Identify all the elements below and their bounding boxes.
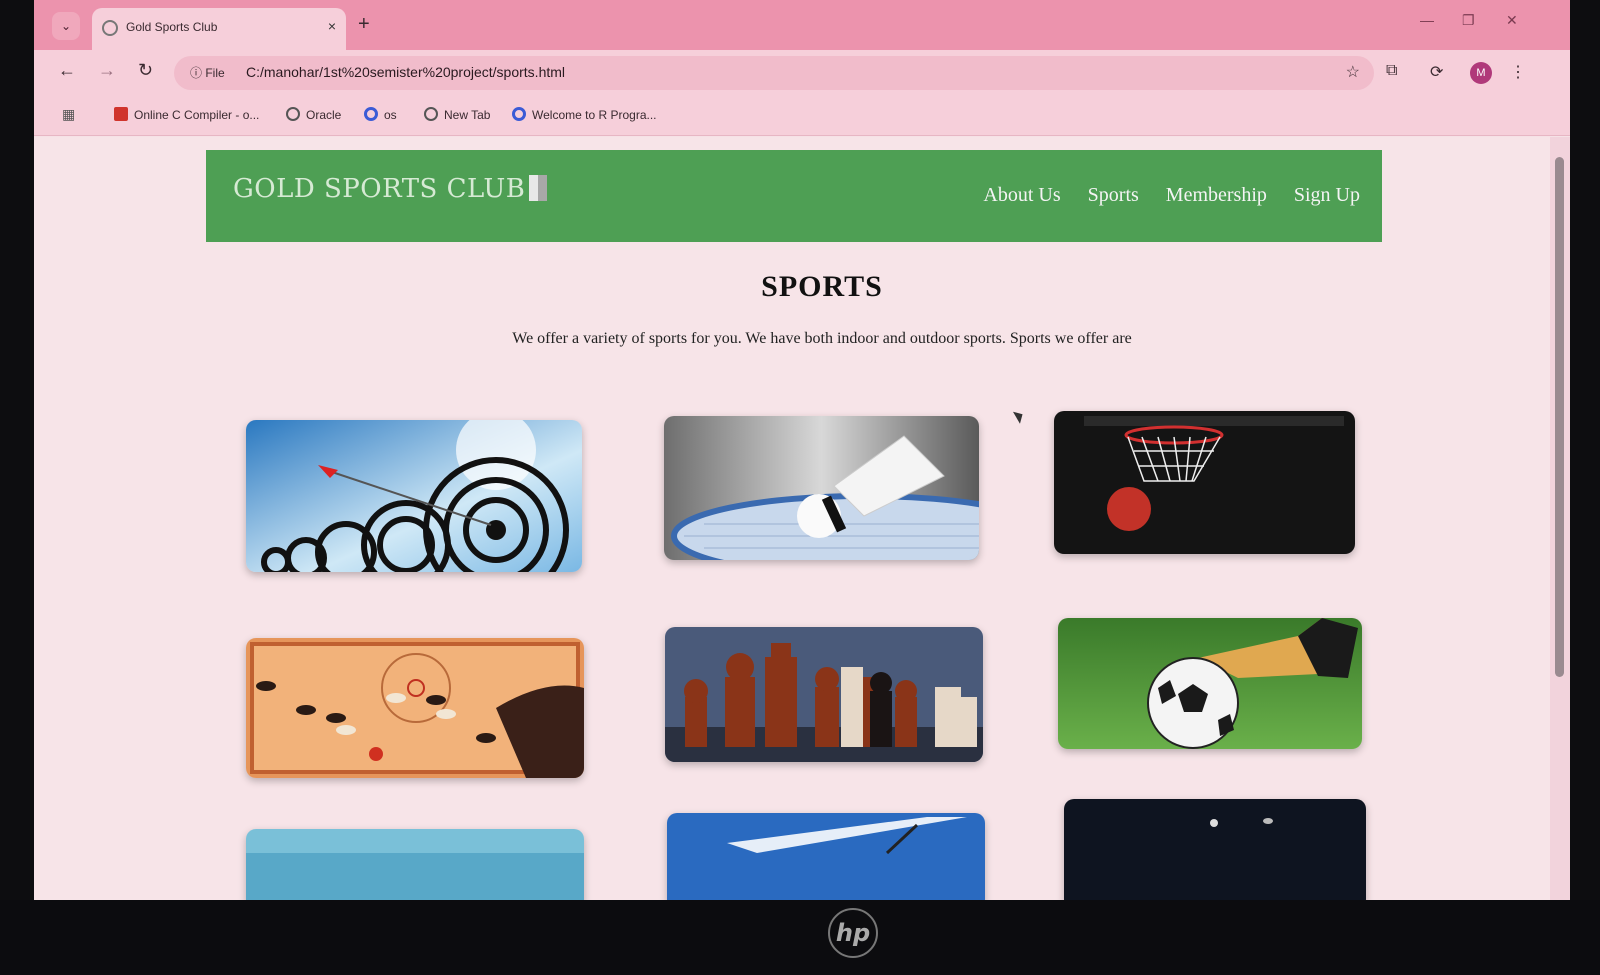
bookmarks-bar: ▦ Online C Compiler - o... Oracle os New…	[34, 96, 1570, 136]
sport-image-basketball[interactable]	[1054, 411, 1355, 554]
sync-icon[interactable]: ⟳	[1430, 62, 1443, 82]
web-page: GOLD SPORTS CLUB About Us Sports Members…	[34, 137, 1550, 900]
extensions-icon[interactable]: ⧉	[1386, 62, 1397, 80]
sport-image-archery[interactable]	[246, 420, 582, 572]
minimize-icon[interactable]: —	[1420, 12, 1434, 28]
tab-title: Gold Sports Club	[126, 20, 218, 34]
bookmark-item[interactable]: Online C Compiler - o...	[114, 107, 259, 122]
sport-image-badminton[interactable]	[664, 416, 979, 560]
nav-about-us[interactable]: About Us	[983, 184, 1060, 207]
bookmark-item[interactable]: Oracle	[286, 107, 341, 122]
page-title: SPORTS	[761, 270, 883, 303]
site-nav: About Us Sports Membership Sign Up	[983, 184, 1360, 207]
hp-logo: hp	[828, 908, 878, 958]
menu-kebab-icon[interactable]: ⋮	[1510, 62, 1526, 82]
nav-membership[interactable]: Membership	[1166, 184, 1267, 207]
site-logo[interactable]: GOLD SPORTS CLUB	[233, 174, 548, 204]
tab-search-button[interactable]: ⌄	[52, 12, 80, 40]
nav-sign-up[interactable]: Sign Up	[1294, 184, 1360, 207]
nav-sports[interactable]: Sports	[1088, 184, 1139, 207]
address-bar[interactable]: ⓘ File C:/manohar/1st%20semister%20proje…	[174, 56, 1374, 90]
globe-icon	[102, 20, 118, 36]
logo-mark-icon	[529, 175, 548, 201]
bookmark-star-icon[interactable]: ☆	[1346, 62, 1360, 82]
chrome-g-icon	[364, 107, 378, 121]
reload-icon[interactable]: ↻	[138, 60, 153, 81]
sport-image-chess[interactable]	[665, 627, 983, 762]
site-header: GOLD SPORTS CLUB About Us Sports Members…	[206, 150, 1382, 242]
compiler-icon	[114, 107, 128, 121]
bookmark-item[interactable]: Welcome to R Progra...	[512, 107, 657, 122]
monitor-screen: ⌄ Gold Sports Club × + — ❐ ✕ ← → ↻ ⓘ Fil…	[34, 0, 1570, 900]
browser-toolbar: ← → ↻ ⓘ File C:/manohar/1st%20semister%2…	[34, 50, 1570, 96]
monitor-bezel	[0, 900, 1600, 975]
sport-image-table-tennis[interactable]	[667, 813, 985, 900]
sport-image-dark[interactable]	[1064, 799, 1366, 900]
chrome-g-icon	[512, 107, 526, 121]
new-tab-button[interactable]: +	[358, 14, 370, 34]
sport-image-carrom[interactable]	[246, 638, 584, 778]
forward-arrow-icon[interactable]: →	[98, 60, 116, 81]
restore-icon[interactable]: ❐	[1462, 12, 1475, 29]
back-arrow-icon[interactable]: ←	[58, 60, 76, 81]
globe-icon	[424, 107, 438, 121]
profile-avatar[interactable]: M	[1470, 62, 1492, 84]
close-tab-icon[interactable]: ×	[328, 18, 336, 34]
tab-strip: ⌄ Gold Sports Club × + — ❐ ✕	[34, 0, 1570, 50]
page-scrollbar[interactable]	[1550, 137, 1570, 900]
scrollbar-thumb[interactable]	[1555, 157, 1564, 677]
bookmark-item[interactable]: New Tab	[424, 107, 490, 122]
mouse-cursor-icon	[1012, 408, 1027, 424]
url-text[interactable]: C:/manohar/1st%20semister%20project/spor…	[246, 64, 565, 80]
globe-icon	[286, 107, 300, 121]
file-info-chip[interactable]: ⓘ File	[182, 62, 233, 84]
intro-text: We offer a variety of sports for you. We…	[512, 330, 1132, 347]
window-close-icon[interactable]: ✕	[1506, 12, 1518, 29]
bookmark-item[interactable]: os	[364, 107, 397, 122]
sport-image-swimming[interactable]	[246, 829, 584, 900]
sport-image-football[interactable]	[1058, 618, 1362, 749]
apps-grid-icon[interactable]: ▦	[62, 106, 75, 123]
active-tab[interactable]: Gold Sports Club ×	[92, 8, 346, 50]
